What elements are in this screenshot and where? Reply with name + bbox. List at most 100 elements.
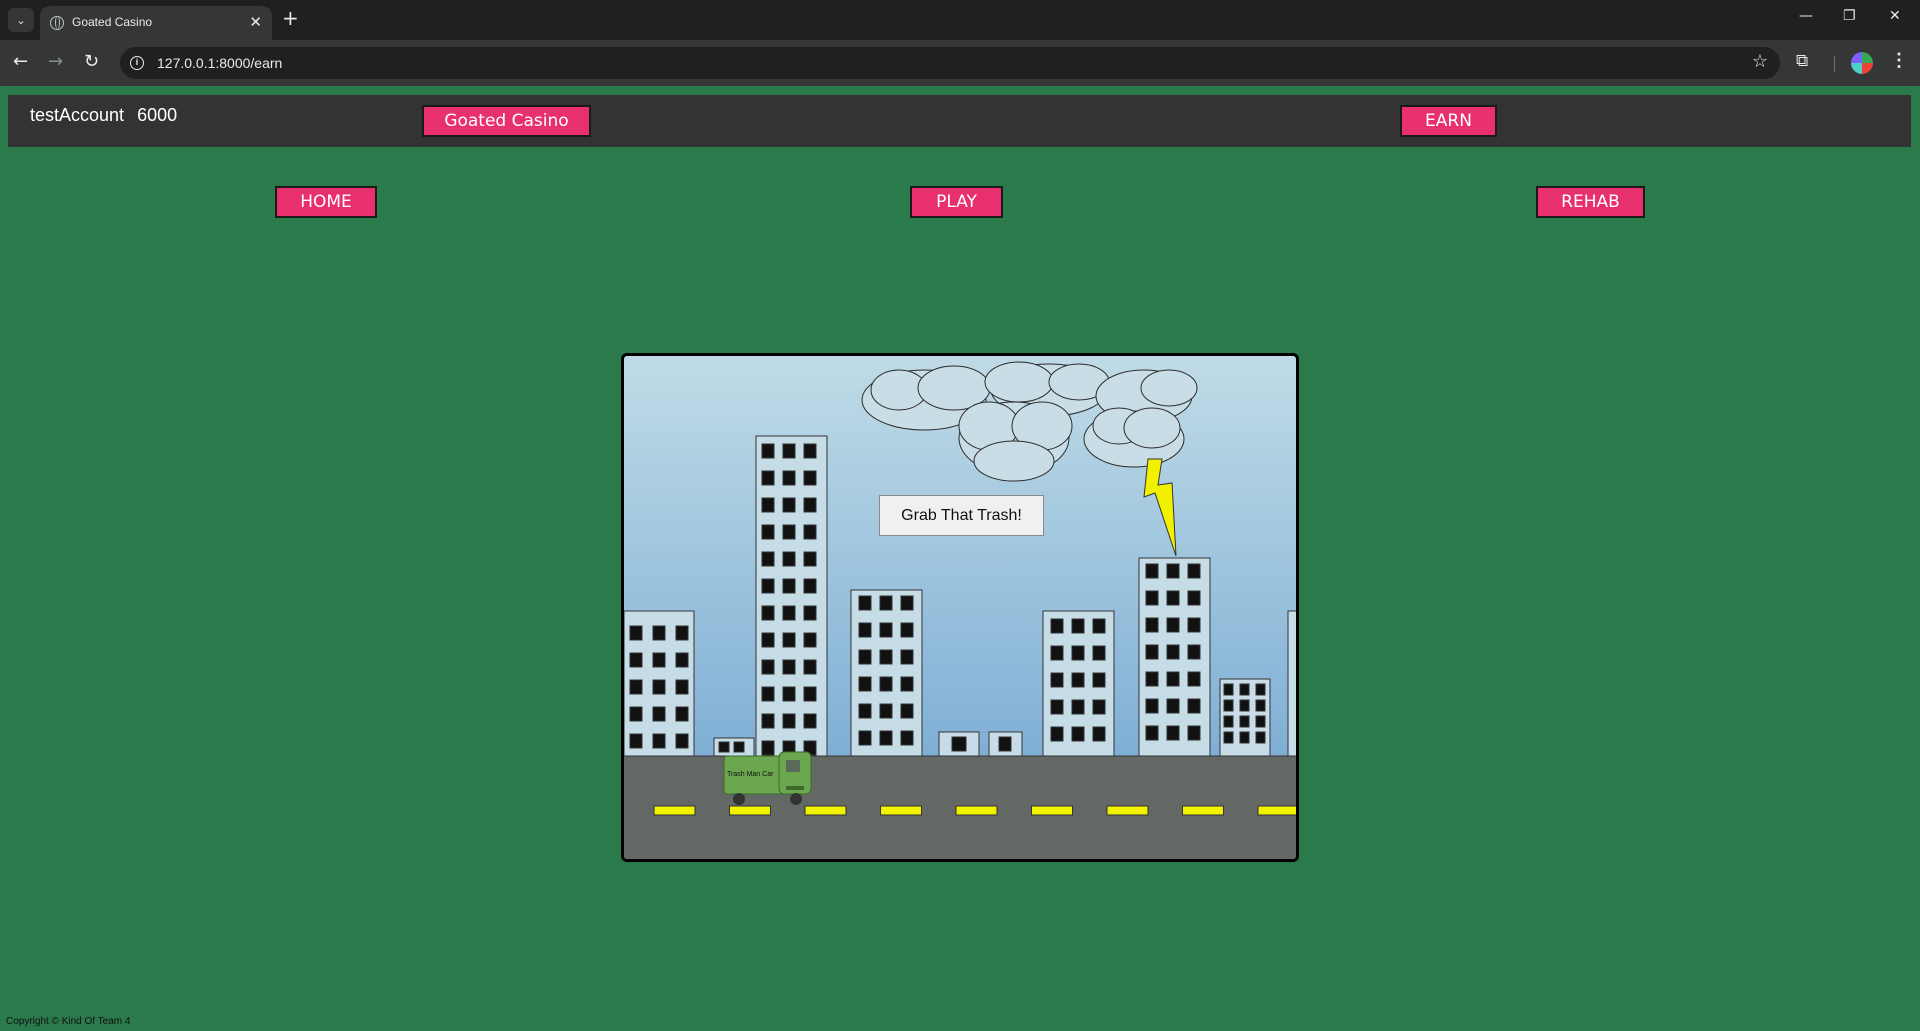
building-window bbox=[1255, 699, 1266, 712]
building bbox=[1287, 610, 1296, 757]
account-info: testAccount 6000 bbox=[30, 105, 177, 126]
building-window bbox=[1187, 590, 1201, 606]
building-window bbox=[761, 713, 775, 729]
building-window bbox=[1239, 715, 1250, 728]
building-window bbox=[803, 470, 817, 486]
home-button[interactable]: HOME bbox=[275, 186, 377, 218]
grab-trash-button[interactable]: Grab That Trash! bbox=[879, 495, 1044, 536]
building-window bbox=[1187, 617, 1201, 633]
site-info-icon[interactable]: i bbox=[130, 56, 144, 70]
building-window bbox=[652, 706, 666, 722]
tab-title: Goated Casino bbox=[72, 15, 153, 29]
building-window bbox=[629, 625, 643, 641]
building-window bbox=[1145, 725, 1159, 741]
building-window bbox=[761, 497, 775, 513]
building-window bbox=[1187, 671, 1201, 687]
building-window bbox=[652, 625, 666, 641]
minimize-icon[interactable]: — bbox=[1799, 8, 1813, 24]
building-window bbox=[782, 659, 796, 675]
address-bar[interactable]: i 127.0.0.1:8000/earn ☆ bbox=[120, 47, 1780, 79]
building-window bbox=[1239, 731, 1250, 744]
building-window bbox=[761, 578, 775, 594]
building-window bbox=[675, 679, 689, 695]
forward-icon[interactable]: → bbox=[48, 51, 63, 72]
building-window bbox=[1166, 590, 1180, 606]
building-window bbox=[900, 676, 914, 692]
building-window bbox=[900, 703, 914, 719]
reload-icon[interactable]: ↻ bbox=[84, 51, 99, 72]
building-window bbox=[782, 686, 796, 702]
lane-marking bbox=[955, 805, 998, 816]
building-window bbox=[782, 470, 796, 486]
building-window bbox=[1145, 563, 1159, 579]
star-icon[interactable]: ☆ bbox=[1752, 51, 1768, 72]
window-close-icon[interactable]: ✕ bbox=[1889, 8, 1901, 24]
building-window bbox=[1092, 672, 1106, 688]
building-window bbox=[879, 622, 893, 638]
lane-marking bbox=[1257, 805, 1296, 816]
building-window bbox=[1255, 715, 1266, 728]
earn-button[interactable]: EARN bbox=[1400, 105, 1497, 137]
browser-tab-bar: ⌄ Goated Casino ✕ + — ❐ ✕ bbox=[0, 0, 1920, 40]
menu-icon[interactable]: ⋮ bbox=[1890, 50, 1908, 71]
extensions-icon[interactable]: ⧉ bbox=[1796, 51, 1808, 71]
tab-list-icon[interactable]: ⌄ bbox=[8, 8, 34, 32]
building-window bbox=[761, 740, 775, 756]
building-window bbox=[900, 649, 914, 665]
building-window bbox=[761, 524, 775, 540]
lane-marking bbox=[804, 805, 847, 816]
building-window bbox=[803, 443, 817, 459]
brand-button[interactable]: Goated Casino bbox=[422, 105, 591, 137]
building-window bbox=[1071, 672, 1085, 688]
building-window bbox=[1145, 590, 1159, 606]
building-window bbox=[900, 595, 914, 611]
building-window bbox=[1050, 618, 1064, 634]
building-window bbox=[1092, 726, 1106, 742]
profile-icon[interactable] bbox=[1851, 52, 1873, 74]
building-window bbox=[782, 497, 796, 513]
building-window bbox=[629, 679, 643, 695]
toolbar-divider bbox=[1834, 56, 1835, 72]
building-window bbox=[1145, 671, 1159, 687]
browser-toolbar: ← → ↻ i 127.0.0.1:8000/earn ☆ ⧉ ⋮ bbox=[0, 40, 1920, 86]
url-text[interactable]: 127.0.0.1:8000/earn bbox=[157, 55, 282, 71]
lightning-bolt bbox=[1143, 458, 1177, 557]
building-window bbox=[1223, 731, 1234, 744]
building-window bbox=[629, 652, 643, 668]
building-window bbox=[803, 578, 817, 594]
game-canvas[interactable]: Trash Man Car Grab That Trash! bbox=[621, 353, 1299, 862]
building-window bbox=[1145, 644, 1159, 660]
copyright-text: Copyright © Kind Of Team 4 bbox=[6, 1016, 131, 1027]
building-window bbox=[782, 551, 796, 567]
rehab-button[interactable]: REHAB bbox=[1536, 186, 1645, 218]
building-window bbox=[858, 595, 872, 611]
building-window bbox=[858, 649, 872, 665]
building-window bbox=[879, 676, 893, 692]
building-window bbox=[1145, 617, 1159, 633]
restore-icon[interactable]: ❐ bbox=[1843, 8, 1856, 24]
new-tab-icon[interactable]: + bbox=[282, 6, 299, 30]
building-window bbox=[1187, 644, 1201, 660]
building-window bbox=[1071, 618, 1085, 634]
building-window bbox=[879, 649, 893, 665]
play-button[interactable]: PLAY bbox=[910, 186, 1003, 218]
browser-tab[interactable]: Goated Casino ✕ bbox=[40, 6, 272, 40]
lane-marking bbox=[1106, 805, 1149, 816]
building-window bbox=[1223, 699, 1234, 712]
building-window bbox=[761, 443, 775, 459]
building-window bbox=[761, 605, 775, 621]
building-window bbox=[1166, 698, 1180, 714]
building-window bbox=[1166, 644, 1180, 660]
building-window bbox=[761, 551, 775, 567]
building-window bbox=[1187, 698, 1201, 714]
building-window bbox=[782, 713, 796, 729]
truck-label: Trash Man Car bbox=[727, 771, 774, 778]
site-header: testAccount 6000 Goated Casino EARN bbox=[8, 95, 1911, 147]
back-icon[interactable]: ← bbox=[13, 51, 28, 72]
building-window bbox=[879, 595, 893, 611]
close-icon[interactable]: ✕ bbox=[249, 13, 262, 31]
building-window bbox=[1166, 563, 1180, 579]
building-window bbox=[1187, 725, 1201, 741]
building-window bbox=[1255, 731, 1266, 744]
city-scene: Trash Man Car bbox=[624, 361, 1296, 859]
